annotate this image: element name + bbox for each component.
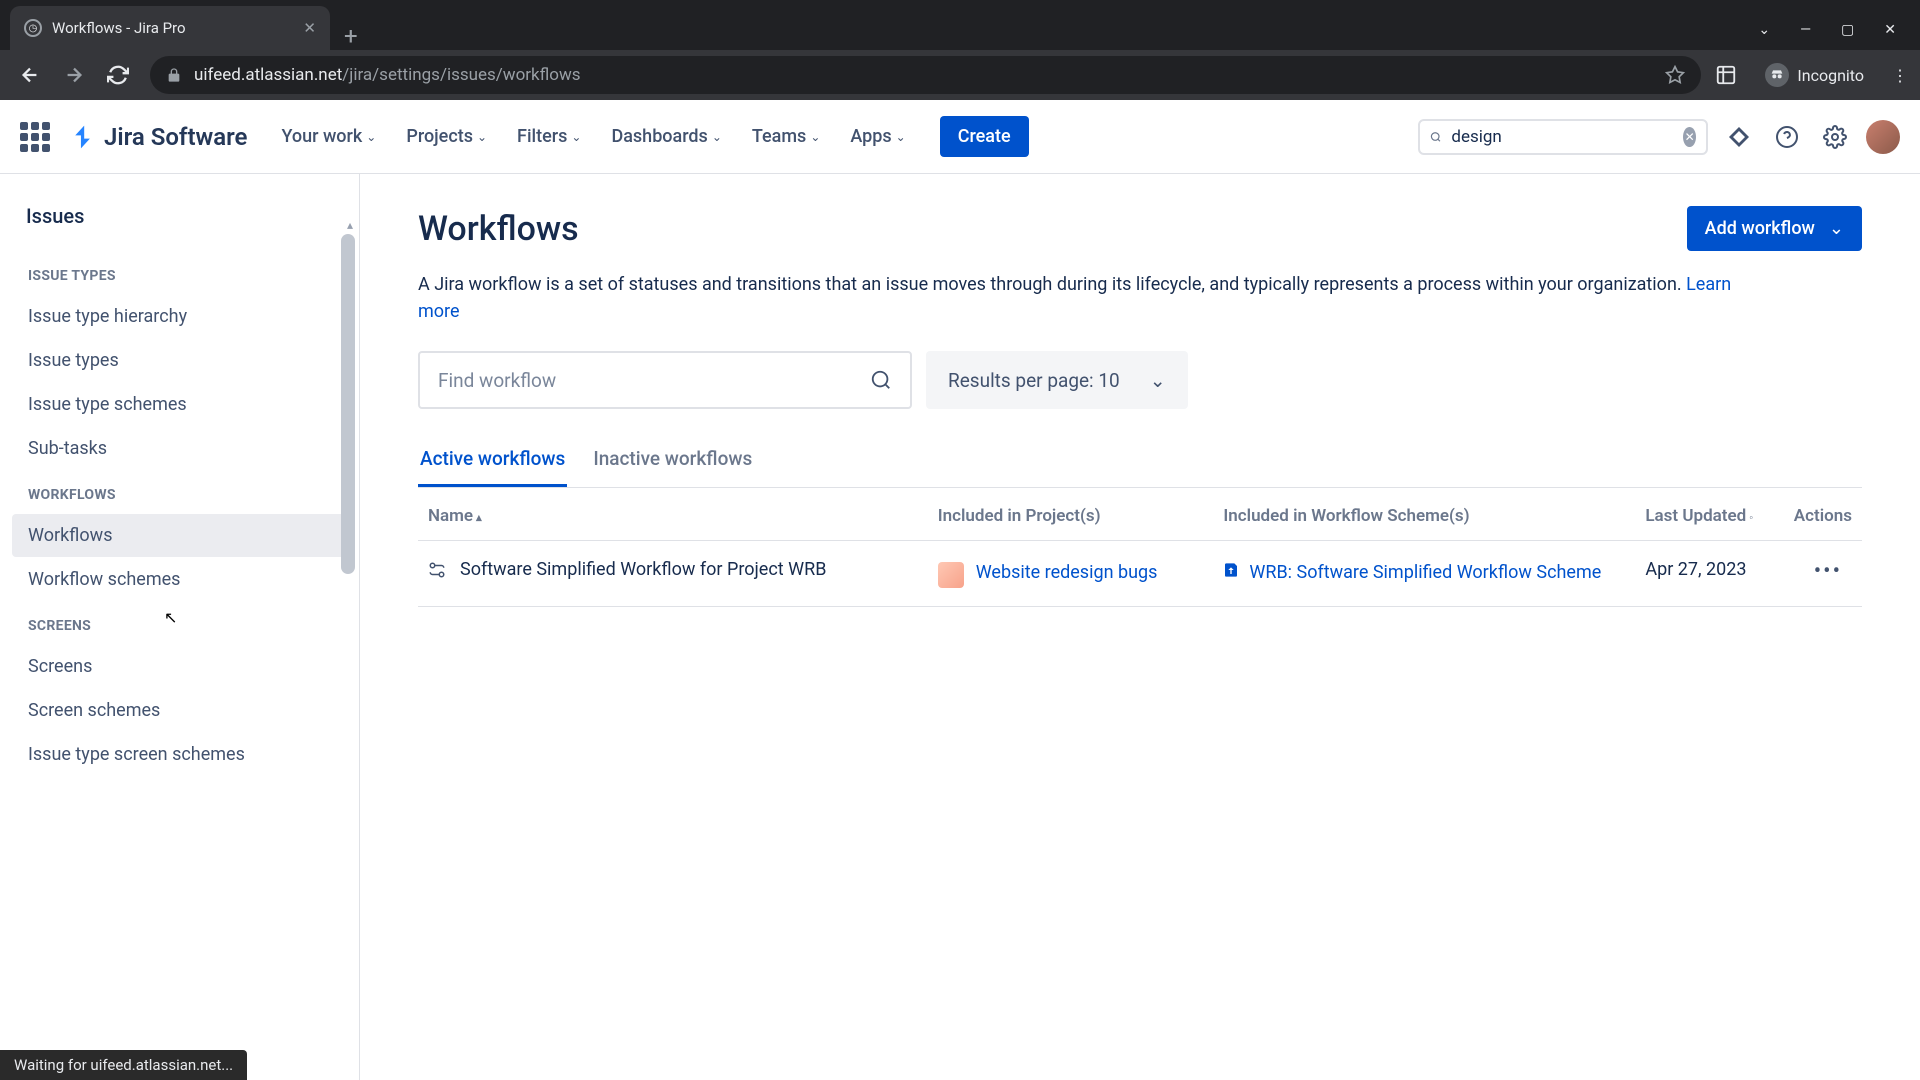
app-switcher-icon[interactable]	[20, 122, 50, 152]
global-search[interactable]: ✕	[1418, 119, 1708, 155]
nav-your-work[interactable]: Your work⌄	[269, 118, 388, 155]
browser-menu-icon[interactable]: ⋮	[1892, 66, 1908, 85]
workflow-icon	[428, 561, 446, 579]
sidebar-scrollbar[interactable]	[341, 234, 355, 574]
browser-toolbar: uifeed.atlassian.net/jira/settings/issue…	[0, 50, 1920, 100]
section-heading-workflows: WORKFLOWS	[12, 471, 347, 513]
nav-apps[interactable]: Apps⌄	[838, 118, 917, 155]
sidebar-item-workflows[interactable]: Workflows	[12, 514, 347, 557]
row-actions-button[interactable]: •••	[1804, 555, 1852, 588]
sidebar-item-issue-type-hierarchy[interactable]: Issue type hierarchy	[12, 295, 347, 338]
search-input[interactable]	[1451, 127, 1673, 147]
window-controls: ⌄ — ▢ ✕	[1758, 22, 1920, 50]
profile-avatar[interactable]	[1866, 120, 1900, 154]
minimize-icon[interactable]: —	[1800, 22, 1811, 38]
browser-tab[interactable]: ◷ Workflows - Jira Pro ✕	[10, 6, 330, 50]
scheme-icon	[1223, 562, 1239, 586]
column-actions: Actions	[1784, 488, 1862, 541]
project-link[interactable]: Website redesign bugs	[976, 559, 1158, 588]
url-bar[interactable]: uifeed.atlassian.net/jira/settings/issue…	[150, 56, 1701, 94]
search-icon	[1430, 128, 1441, 146]
sidebar-item-screen-schemes[interactable]: Screen schemes	[12, 689, 347, 732]
create-button[interactable]: Create	[940, 116, 1029, 157]
column-updated[interactable]: Last Updated◦	[1635, 488, 1783, 541]
chevron-down-icon: ⌄	[1150, 369, 1166, 392]
url-text: uifeed.atlassian.net/jira/settings/issue…	[194, 65, 581, 85]
project-avatar-icon	[938, 562, 964, 588]
help-icon[interactable]	[1770, 120, 1804, 154]
tab-inactive-workflows[interactable]: Inactive workflows	[591, 437, 754, 487]
scheme-link[interactable]: WRB: Software Simplified Workflow Scheme	[1249, 559, 1601, 586]
sidebar-item-issue-types[interactable]: Issue types	[12, 339, 347, 382]
find-workflow-input[interactable]	[438, 369, 870, 392]
close-tab-icon[interactable]: ✕	[303, 19, 316, 37]
incognito-indicator: Incognito	[1753, 57, 1876, 93]
section-heading-screens: SCREENS	[12, 602, 347, 644]
jira-logo[interactable]: Jira Software	[72, 123, 247, 151]
sort-icon: ◦	[1749, 511, 1753, 524]
sidebar-item-workflow-schemes[interactable]: Workflow schemes	[12, 558, 347, 601]
updated-date: Apr 27, 2023	[1635, 541, 1783, 607]
nav-filters[interactable]: Filters⌄	[505, 118, 593, 155]
column-name[interactable]: Name▴	[418, 488, 928, 541]
bookmark-icon[interactable]	[1665, 65, 1685, 85]
table-row: Software Simplified Workflow for Project…	[418, 541, 1862, 607]
notifications-icon[interactable]	[1722, 120, 1756, 154]
new-tab-button[interactable]: +	[330, 22, 372, 50]
jira-logo-icon	[72, 124, 98, 150]
column-schemes[interactable]: Included in Workflow Scheme(s)	[1213, 488, 1635, 541]
page-description: A Jira workflow is a set of statuses and…	[418, 271, 1768, 325]
chevron-down-icon: ⌄	[1829, 218, 1844, 239]
settings-sidebar: Issues ▴ ISSUE TYPES Issue type hierarch…	[0, 174, 360, 1080]
reload-button[interactable]	[100, 57, 136, 93]
close-window-icon[interactable]: ✕	[1884, 22, 1896, 38]
workflow-tabs: Active workflows Inactive workflows	[418, 437, 1862, 487]
clear-search-icon[interactable]: ✕	[1683, 127, 1696, 147]
page-title: Workflows	[418, 209, 579, 249]
nav-dashboards[interactable]: Dashboards⌄	[599, 118, 733, 155]
sidebar-item-issue-type-screen-schemes[interactable]: Issue type screen schemes	[12, 733, 347, 776]
tab-title: Workflows - Jira Pro	[52, 19, 186, 37]
lock-icon	[166, 67, 182, 83]
maximize-icon[interactable]: ▢	[1841, 22, 1854, 38]
find-workflow-field[interactable]	[418, 351, 912, 409]
scroll-arrow-icon: ▴	[347, 218, 353, 232]
incognito-icon	[1765, 63, 1789, 87]
main-content: Workflows Add workflow ⌄ A Jira workflow…	[360, 174, 1920, 1080]
sort-asc-icon: ▴	[476, 511, 482, 524]
column-projects[interactable]: Included in Project(s)	[928, 488, 1214, 541]
extensions-icon[interactable]	[1715, 64, 1737, 86]
nav-teams[interactable]: Teams⌄	[740, 118, 832, 155]
tab-favicon-icon: ◷	[24, 19, 42, 37]
settings-icon[interactable]	[1818, 120, 1852, 154]
workflows-table: Name▴ Included in Project(s) Included in…	[418, 487, 1862, 607]
forward-button[interactable]	[56, 57, 92, 93]
browser-tab-strip: ◷ Workflows - Jira Pro ✕ + ⌄ — ▢ ✕	[0, 0, 1920, 50]
sidebar-item-issue-type-schemes[interactable]: Issue type schemes	[12, 383, 347, 426]
search-icon[interactable]	[870, 369, 892, 391]
nav-projects[interactable]: Projects⌄	[394, 118, 499, 155]
section-heading-issue-types: ISSUE TYPES	[12, 252, 347, 294]
sidebar-item-screens[interactable]: Screens	[12, 645, 347, 688]
app-navigation: Jira Software Your work⌄ Projects⌄ Filte…	[0, 100, 1920, 174]
workflow-name: Software Simplified Workflow for Project…	[460, 559, 826, 580]
results-per-page-dropdown[interactable]: Results per page: 10 ⌄	[926, 351, 1188, 409]
back-button[interactable]	[12, 57, 48, 93]
sidebar-item-sub-tasks[interactable]: Sub-tasks	[12, 427, 347, 470]
browser-status-bar: Waiting for uifeed.atlassian.net...	[0, 1050, 247, 1080]
tab-active-workflows[interactable]: Active workflows	[418, 437, 567, 487]
sidebar-title: Issues	[0, 204, 359, 252]
add-workflow-button[interactable]: Add workflow ⌄	[1687, 206, 1862, 251]
tab-dropdown-icon[interactable]: ⌄	[1758, 22, 1770, 38]
